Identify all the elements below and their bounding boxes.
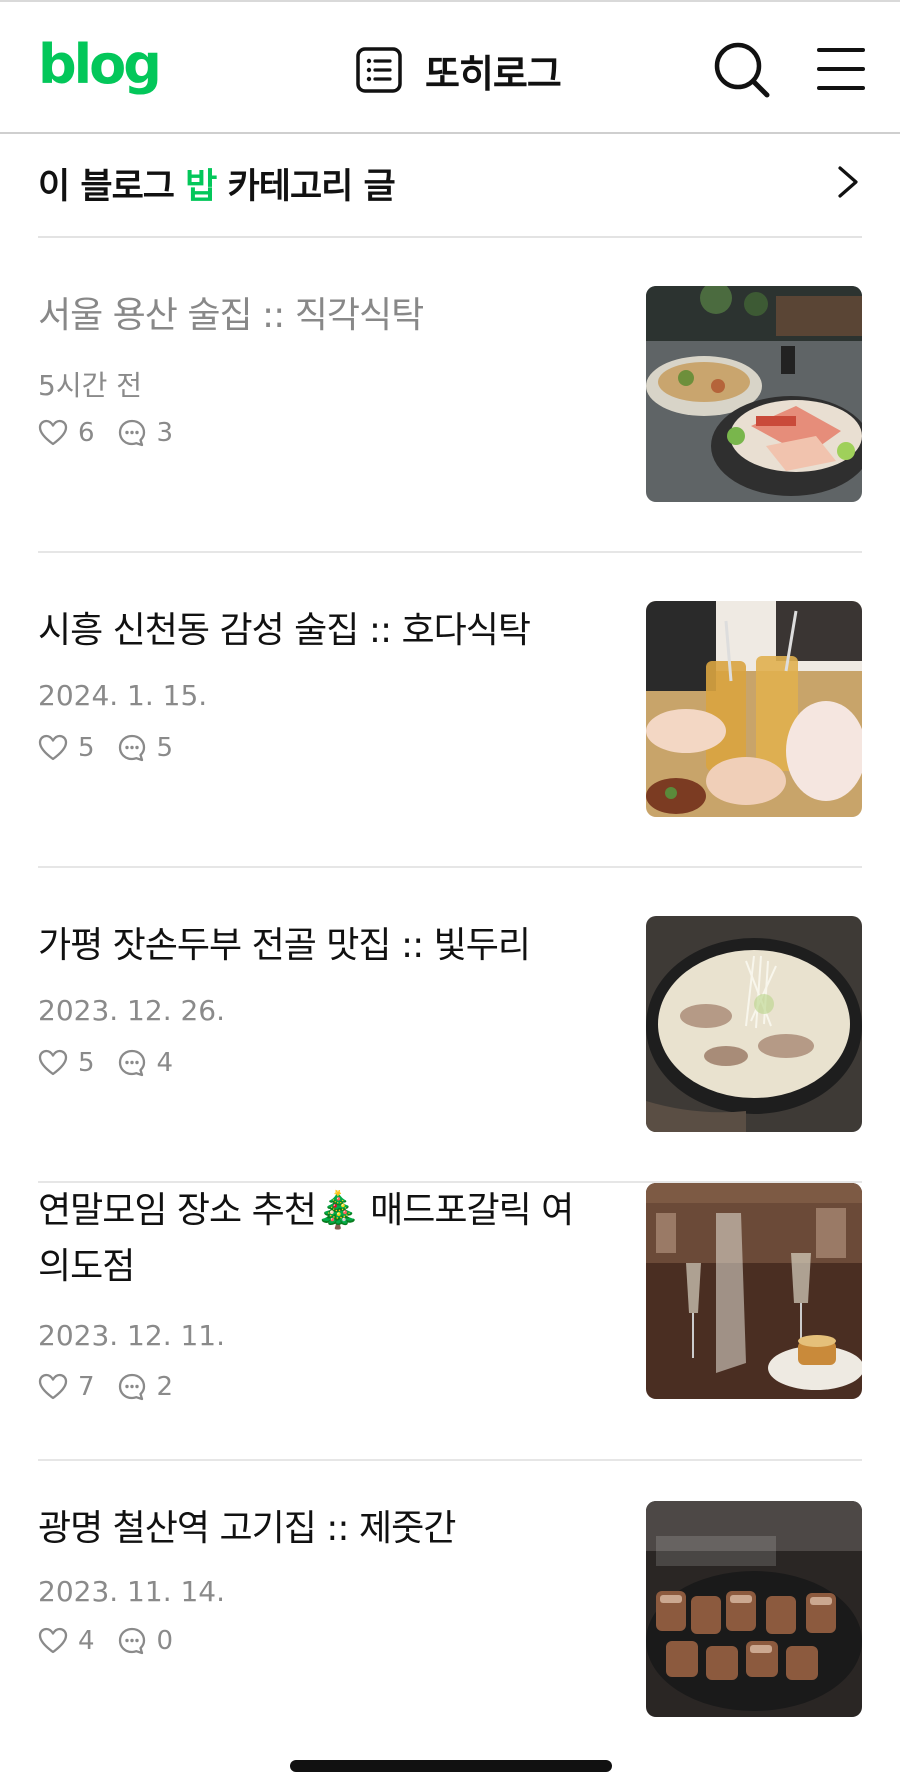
like-count: 4 — [78, 1626, 95, 1656]
post-date: 2023. 12. 11. — [38, 1319, 226, 1352]
comment-count: 3 — [156, 418, 174, 448]
post-date: 2023. 12. 26. — [38, 994, 226, 1027]
thumbnail-image — [646, 1183, 862, 1399]
thumbnail-image — [646, 601, 862, 817]
post-thumbnail[interactable] — [646, 1183, 862, 1399]
menu-button[interactable] — [816, 44, 866, 94]
post-stats: 5 5 — [38, 730, 195, 766]
post-item[interactable]: 서울 용산 술집 :: 직각식탁 5시간 전 6 3 — [38, 238, 862, 553]
post-thumbnail[interactable] — [646, 1501, 862, 1717]
thumbnail-image — [646, 1501, 862, 1717]
post-title[interactable]: 서울 용산 술집 :: 직각식탁 — [38, 288, 598, 344]
heart-icon — [38, 1049, 68, 1076]
thumbnail-image — [646, 286, 862, 502]
comment-icon — [118, 1049, 145, 1077]
heart-icon — [38, 734, 68, 761]
blog-title: 또히로그 — [425, 51, 562, 96]
heart-icon — [38, 419, 68, 446]
post-thumbnail[interactable] — [646, 916, 862, 1132]
category-posts-link[interactable]: 이 블로그 밥 카테고리 글 — [38, 134, 862, 238]
post-date: 2023. 11. 14. — [38, 1575, 226, 1608]
category-heading: 이 블로그 밥 카테고리 글 — [38, 158, 396, 209]
blog-title-area[interactable]: 또히로그 — [355, 40, 562, 100]
post-date: 2024. 1. 15. — [38, 679, 208, 712]
category-prefix: 이 블로그 — [38, 167, 186, 207]
post-item[interactable]: 가평 잣손두부 전골 맛집 :: 빛두리 2023. 12. 26. 5 4 — [38, 868, 862, 1183]
post-thumbnail[interactable] — [646, 286, 862, 502]
post-title[interactable]: 연말모임 장소 추천🎄 매드포갈릭 여의도점 — [38, 1183, 598, 1295]
heart-icon — [38, 1627, 68, 1654]
post-stats: 6 3 — [38, 415, 195, 451]
comment-count: 4 — [156, 1048, 174, 1078]
post-item[interactable]: 광명 철산역 고기집 :: 제줏간 2023. 11. 14. 4 0 — [38, 1461, 862, 1776]
comment-icon — [118, 1373, 145, 1401]
post-item[interactable]: 시흥 신천동 감성 술집 :: 호다식탁 2024. 1. 15. 5 5 — [38, 553, 862, 868]
like-count: 5 — [78, 1048, 95, 1078]
post-title[interactable]: 광명 철산역 고기집 :: 제줏간 — [38, 1501, 598, 1557]
post-stats: 5 4 — [38, 1045, 195, 1081]
comment-count: 0 — [156, 1626, 174, 1656]
category-suffix: 카테고리 글 — [216, 167, 396, 207]
like-count: 7 — [78, 1372, 95, 1402]
post-item[interactable]: 연말모임 장소 추천🎄 매드포갈릭 여의도점 2023. 12. 11. 7 2 — [38, 1183, 862, 1461]
list-icon — [356, 47, 402, 93]
search-button[interactable] — [712, 40, 772, 100]
like-count: 6 — [78, 418, 95, 448]
category-name: 밥 — [185, 167, 217, 207]
thumbnail-image — [646, 916, 862, 1132]
comment-count: 2 — [156, 1372, 174, 1402]
comment-count: 5 — [156, 733, 174, 763]
post-list: 서울 용산 술집 :: 직각식탁 5시간 전 6 3 시흥 신천동 감성 술집 … — [38, 238, 862, 1776]
comment-icon — [118, 1627, 145, 1655]
post-stats: 7 2 — [38, 1369, 195, 1405]
post-thumbnail[interactable] — [646, 601, 862, 817]
comment-icon — [118, 734, 145, 762]
blog-logo[interactable]: blog — [38, 38, 162, 92]
post-title[interactable]: 가평 잣손두부 전골 맛집 :: 빛두리 — [38, 918, 598, 974]
app-header: blog 또히로그 — [0, 2, 900, 134]
post-title[interactable]: 시흥 신천동 감성 술집 :: 호다식탁 — [38, 603, 598, 659]
chevron-right-icon — [838, 166, 858, 198]
comment-icon — [118, 419, 145, 447]
search-icon — [714, 42, 770, 98]
post-stats: 4 0 — [38, 1623, 195, 1659]
like-count: 5 — [78, 733, 95, 763]
heart-icon — [38, 1373, 68, 1400]
home-indicator[interactable] — [290, 1760, 612, 1772]
post-date: 5시간 전 — [38, 369, 142, 402]
menu-icon — [817, 48, 865, 90]
